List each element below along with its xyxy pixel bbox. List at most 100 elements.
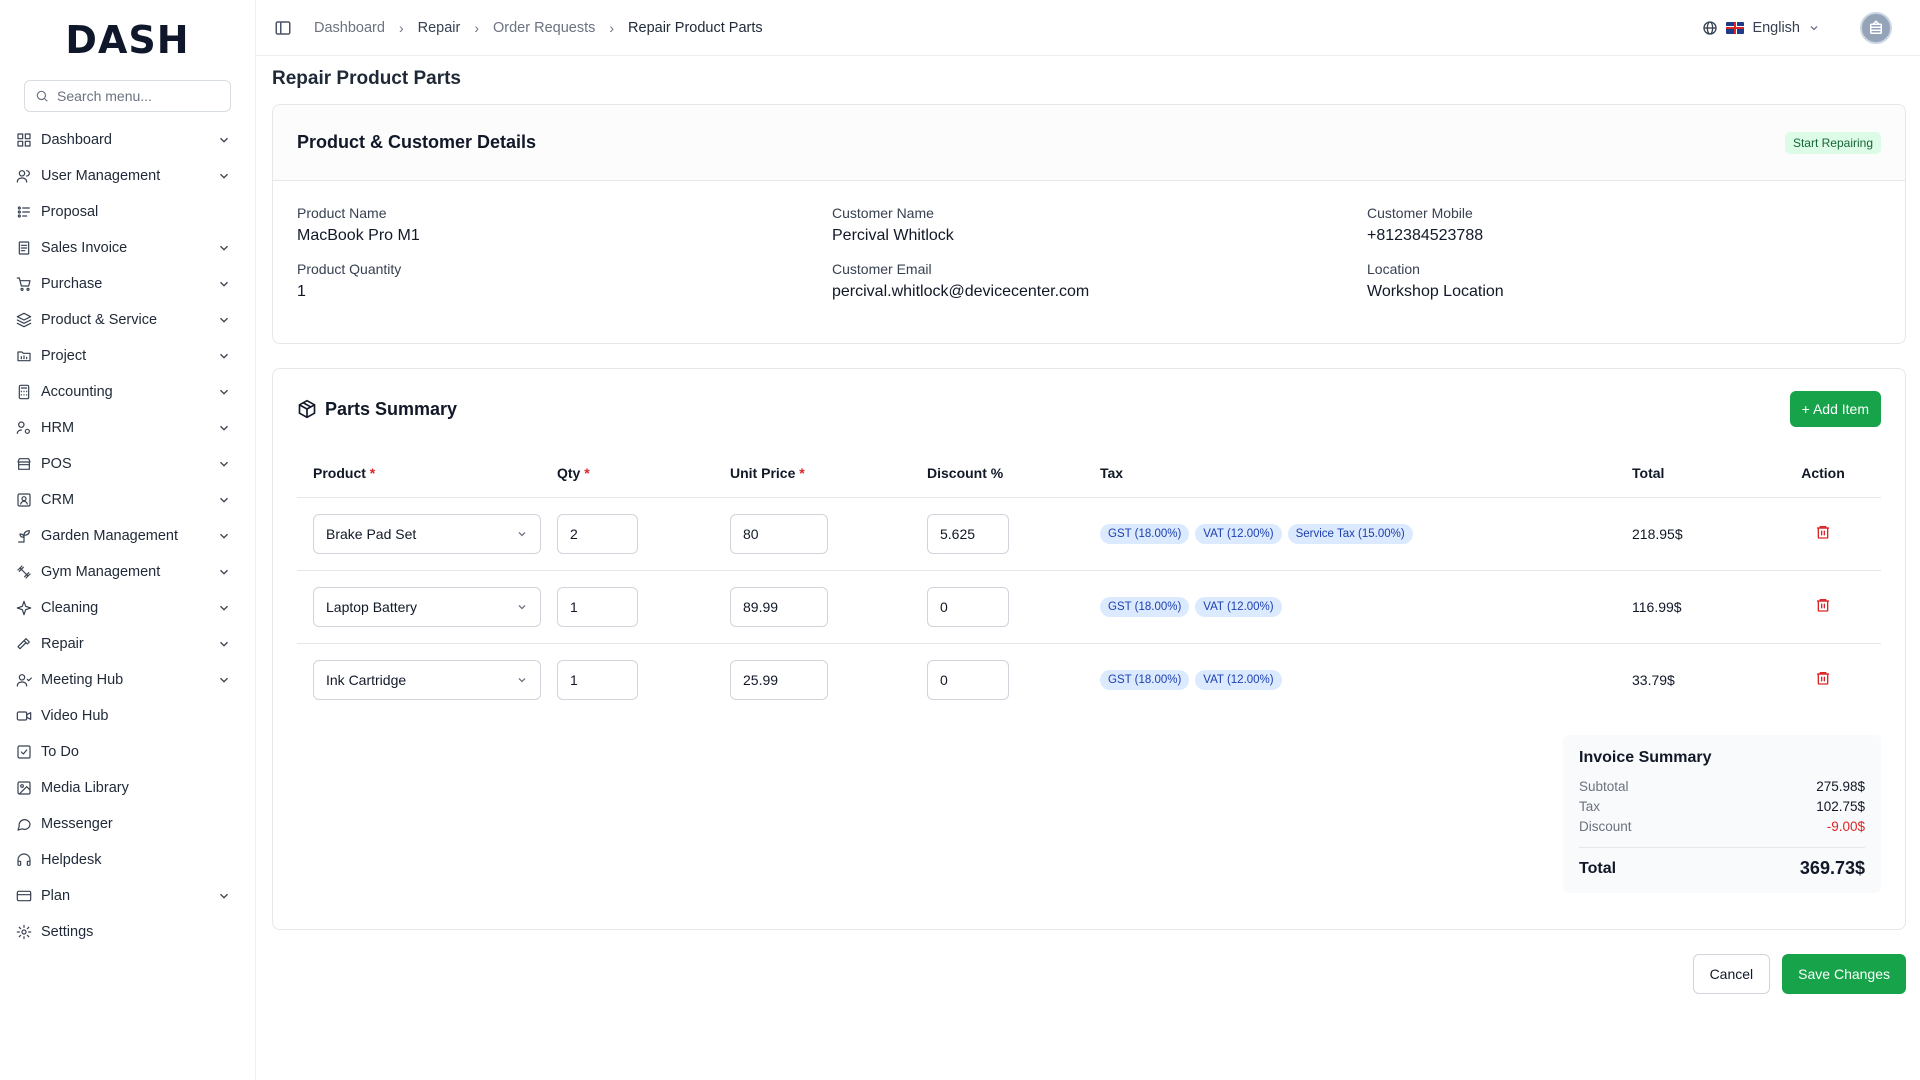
- sidebar-item-video-hub[interactable]: Video Hub: [0, 698, 255, 734]
- unit-price-input[interactable]: [730, 659, 828, 700]
- sidebar-item-label: Sales Invoice: [41, 240, 128, 256]
- chevron-down-icon[interactable]: [217, 385, 231, 399]
- sidebar-item-user-management[interactable]: User Management: [0, 158, 255, 194]
- summary-label: Discount: [1579, 819, 1632, 834]
- trash-icon: [1817, 599, 1829, 612]
- discount-input[interactable]: [927, 659, 1009, 700]
- invoice-summary: Invoice Summary Subtotal 275.98$ Tax 102.7…: [1563, 735, 1881, 893]
- breadcrumb-repair[interactable]: Repair: [418, 20, 461, 36]
- sidebar-item-plan[interactable]: Plan: [0, 878, 255, 914]
- detail-value: 1: [297, 283, 306, 300]
- sidebar-item-gym-management[interactable]: Gym Management: [0, 554, 255, 590]
- sidebar-item-garden-management[interactable]: Garden Management: [0, 518, 255, 554]
- product-select[interactable]: Ink Cartridge: [313, 659, 541, 700]
- sidebar-item-media-library[interactable]: Media Library: [0, 770, 255, 806]
- table-row: Laptop BatteryGST (18.00%)VAT (12.00%)11…: [297, 570, 1881, 644]
- chevron-down-icon[interactable]: [217, 313, 231, 327]
- cancel-button[interactable]: Cancel: [1692, 954, 1771, 994]
- sidebar-toggle-icon[interactable]: [274, 19, 292, 37]
- unit-price-input[interactable]: [730, 586, 828, 627]
- sidebar-item-proposal[interactable]: Proposal: [0, 194, 255, 230]
- main-content: Repair Product Parts Product & Customer …: [272, 56, 1906, 994]
- sidebar-item-label: Repair: [41, 636, 84, 652]
- chevron-down-icon[interactable]: [217, 241, 231, 255]
- chevron-down-icon[interactable]: [217, 421, 231, 435]
- avatar[interactable]: [1860, 11, 1892, 44]
- chevron-down-icon[interactable]: [217, 277, 231, 291]
- topbar-right: English: [1702, 11, 1892, 44]
- detail-product-name: Product Name MacBook Pro M1: [297, 205, 832, 245]
- chevron-down-icon[interactable]: [217, 889, 231, 903]
- chevron-down-icon[interactable]: [217, 601, 231, 615]
- detail-label: Product Quantity: [297, 261, 402, 277]
- delete-row-button[interactable]: [1815, 672, 1831, 689]
- sidebar-item-sales-invoice[interactable]: Sales Invoice: [0, 230, 255, 266]
- chevron-down-icon[interactable]: [217, 133, 231, 147]
- parts-card-header: Parts Summary + Add Item: [297, 369, 1881, 449]
- invoice-icon: [18, 241, 30, 255]
- headset-icon: [17, 853, 31, 866]
- unit-price-input[interactable]: [730, 513, 828, 554]
- card-icon: [16, 890, 32, 902]
- product-select-value: Laptop Battery: [326, 598, 418, 615]
- delete-row-button[interactable]: [1815, 599, 1831, 616]
- sidebar-item-hrm[interactable]: HRM: [0, 410, 255, 446]
- sidebar: DASH Dashboard User Management Proposal Sal…: [0, 0, 256, 1080]
- breadcrumb: Dashboard › Repair › Order Requests › Re…: [314, 20, 763, 36]
- calculator-icon: [18, 384, 30, 400]
- cell-total: 218.95$: [1632, 497, 1765, 571]
- sidebar-item-label: Helpdesk: [41, 852, 102, 868]
- tax-badge: Service Tax (15.00%): [1287, 523, 1413, 544]
- detail-customer-name: Customer Name Percival Whitlock: [832, 205, 1367, 245]
- chevron-down-icon[interactable]: [217, 673, 231, 687]
- sidebar-item-meeting-hub[interactable]: Meeting Hub: [0, 662, 255, 698]
- column-tax: Tax: [1100, 449, 1632, 498]
- product-select[interactable]: Laptop Battery: [313, 586, 541, 627]
- sidebar-item-pos[interactable]: POS: [0, 446, 255, 482]
- parts-table: Product * Qty * Unit Price * Discount % …: [297, 449, 1881, 716]
- search-box[interactable]: [24, 80, 231, 112]
- chevron-down-icon[interactable]: [217, 169, 231, 183]
- save-changes-button[interactable]: Save Changes: [1782, 954, 1906, 994]
- detail-label: Customer Email: [832, 261, 932, 277]
- crm-icon: [17, 493, 31, 507]
- chevron-down-icon[interactable]: [217, 529, 231, 543]
- breadcrumb-dashboard[interactable]: Dashboard: [314, 20, 385, 36]
- product-select[interactable]: Brake Pad Set: [313, 513, 541, 554]
- user-avatar-icon: [1870, 19, 1882, 34]
- search-input[interactable]: [57, 88, 217, 104]
- sidebar-item-project[interactable]: Project: [0, 338, 255, 374]
- chevron-down-icon: [518, 531, 526, 536]
- discount-input[interactable]: [927, 586, 1009, 627]
- breadcrumb-order-requests[interactable]: Order Requests: [493, 20, 595, 36]
- add-item-button[interactable]: + Add Item: [1789, 391, 1881, 427]
- sidebar-item-product-service[interactable]: Product & Service: [0, 302, 255, 338]
- sidebar-item-accounting[interactable]: Accounting: [0, 374, 255, 410]
- chevron-down-icon[interactable]: [217, 637, 231, 651]
- sidebar-item-dashboard[interactable]: Dashboard: [0, 122, 255, 158]
- sidebar-item-settings[interactable]: Settings: [0, 914, 255, 950]
- chevron-down-icon[interactable]: [217, 493, 231, 507]
- chevron-down-icon[interactable]: [217, 565, 231, 579]
- chevron-down-icon[interactable]: [217, 349, 231, 363]
- sidebar-item-repair[interactable]: Repair: [0, 626, 255, 662]
- sidebar-item-crm[interactable]: CRM: [0, 482, 255, 518]
- sidebar-item-to-do[interactable]: To Do: [0, 734, 255, 770]
- discount-input[interactable]: [927, 513, 1009, 554]
- logo[interactable]: DASH: [0, 0, 255, 80]
- delete-row-button[interactable]: [1815, 526, 1831, 543]
- language-selector[interactable]: English: [1702, 20, 1820, 36]
- column-label: Product: [313, 464, 366, 481]
- sidebar-item-cleaning[interactable]: Cleaning: [0, 590, 255, 626]
- qty-input[interactable]: [557, 513, 638, 554]
- qty-input[interactable]: [557, 659, 638, 700]
- qty-input[interactable]: [557, 586, 638, 627]
- cell-unit-price: [730, 570, 927, 644]
- sidebar-item-label: Messenger: [41, 816, 113, 832]
- sidebar-item-messenger[interactable]: Messenger: [0, 806, 255, 842]
- column-unit-price: Unit Price *: [730, 449, 927, 498]
- sidebar-item-purchase[interactable]: Purchase: [0, 266, 255, 302]
- detail-value: Workshop Location: [1367, 283, 1504, 300]
- sidebar-item-helpdesk[interactable]: Helpdesk: [0, 842, 255, 878]
- chevron-down-icon[interactable]: [217, 457, 231, 471]
